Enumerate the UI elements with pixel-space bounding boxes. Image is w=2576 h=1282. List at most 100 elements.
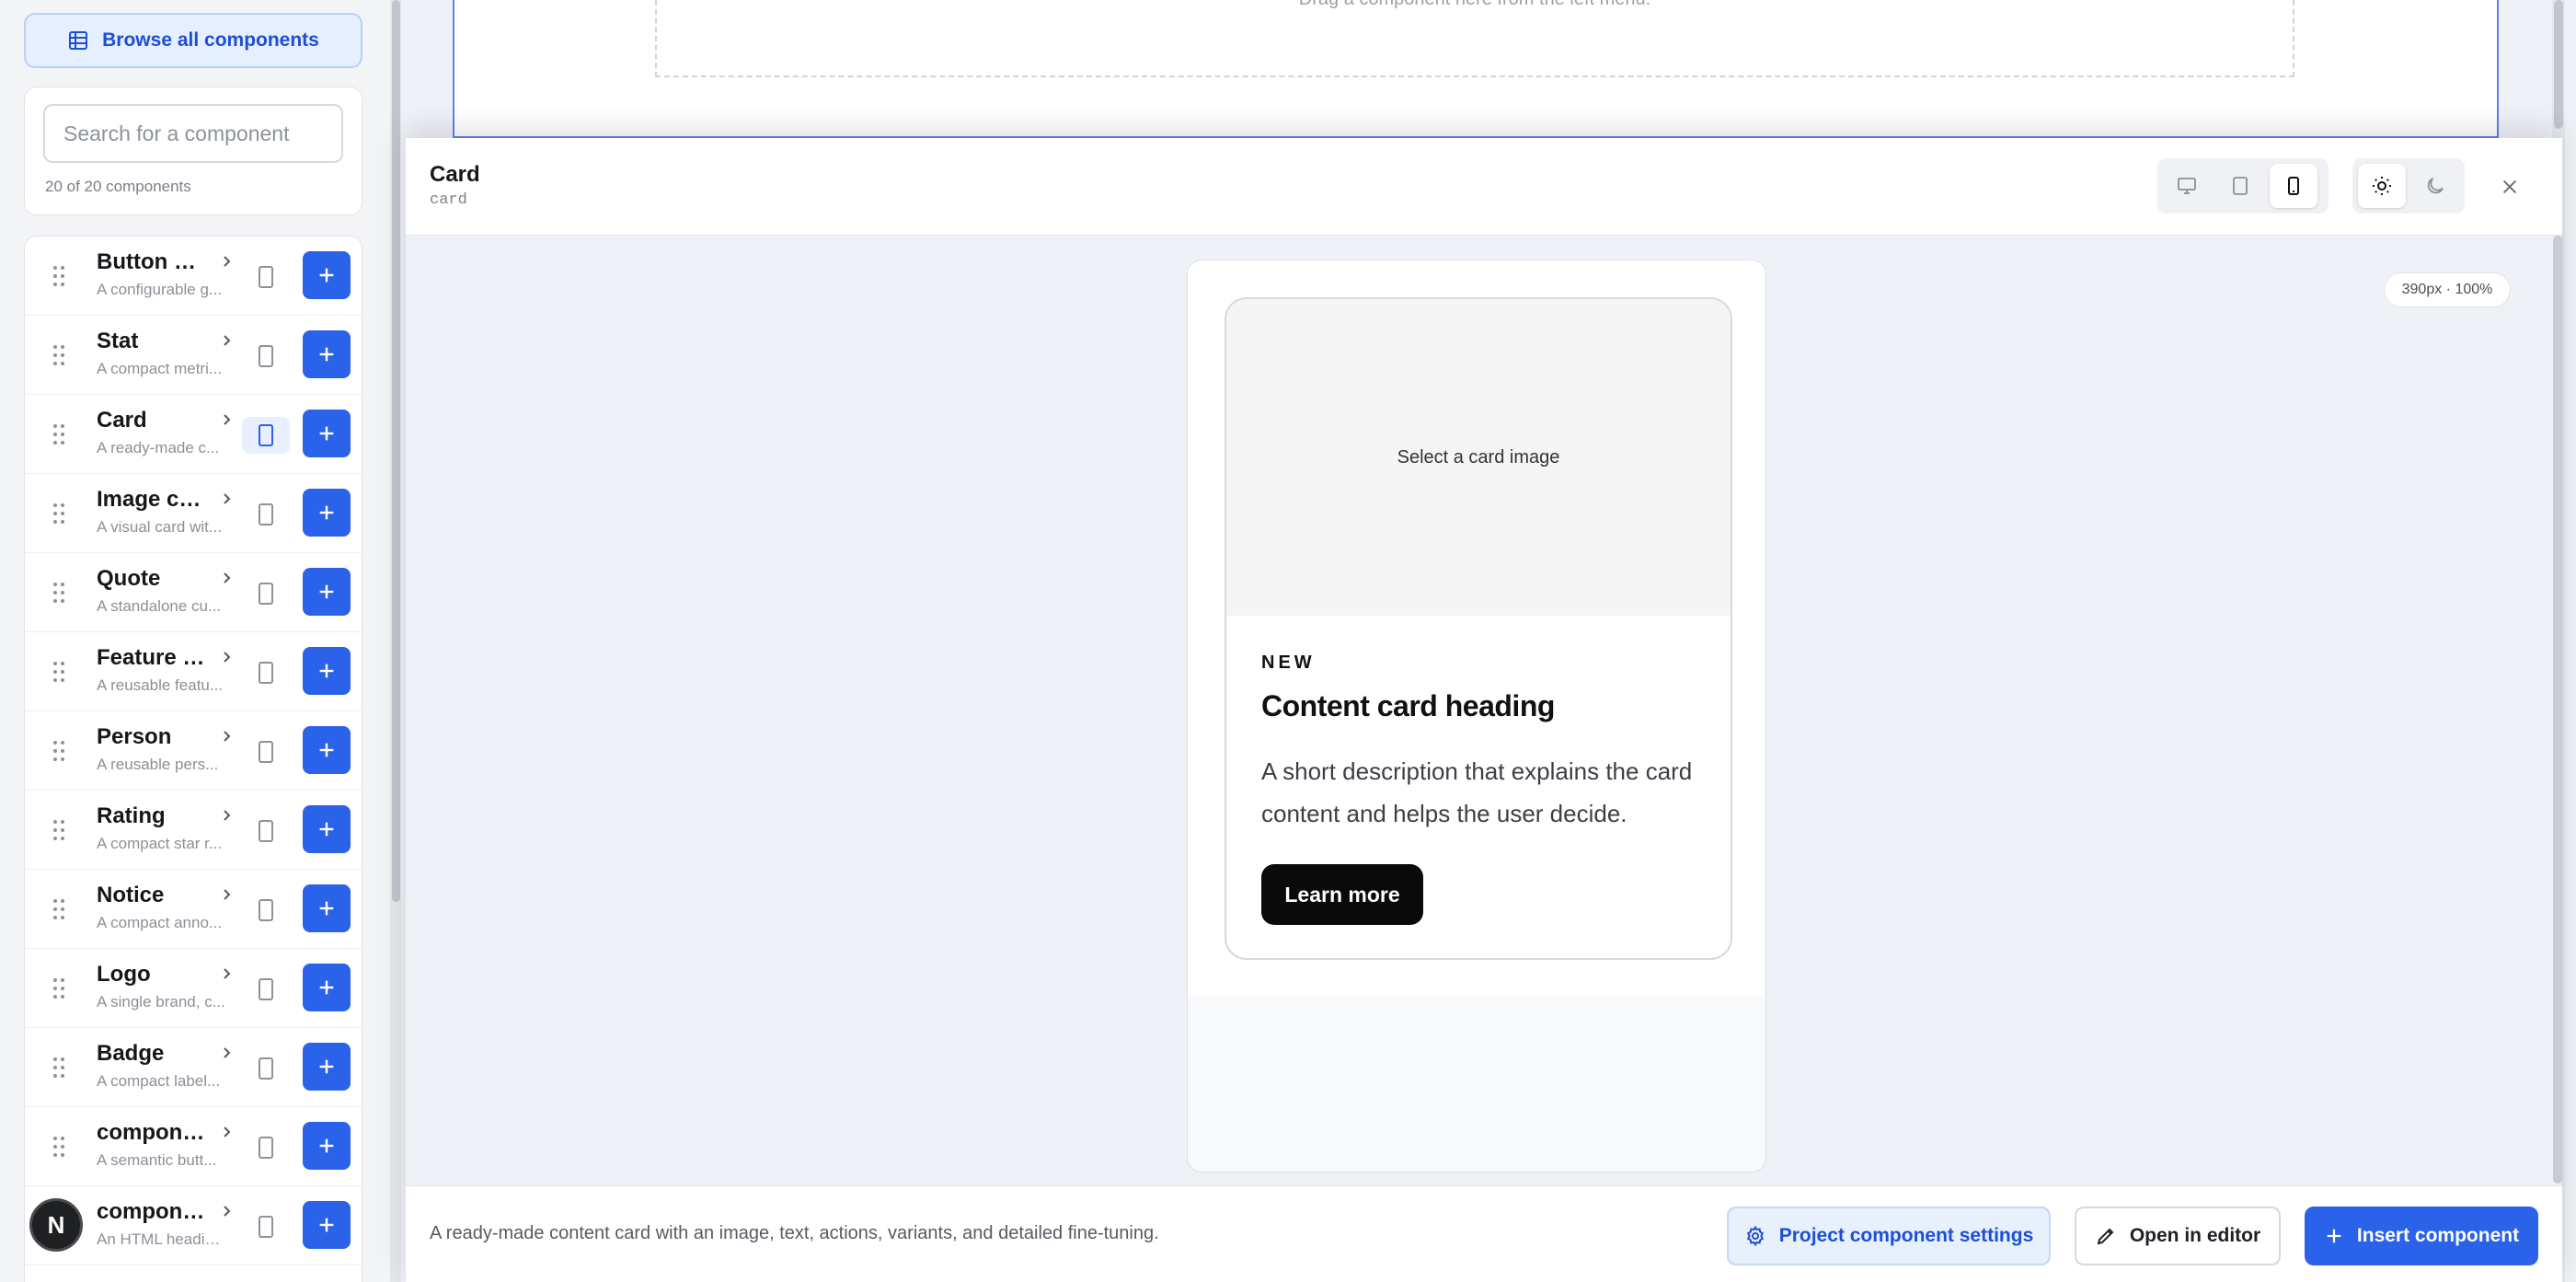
add-component-button[interactable] [303, 964, 351, 1011]
component-list-item[interactable]: Quote A standalone cu... [25, 553, 362, 632]
chevron-right-icon[interactable] [220, 730, 233, 743]
drag-handle-icon[interactable] [52, 898, 65, 920]
drag-handle-icon[interactable] [52, 740, 65, 762]
add-component-button[interactable] [303, 251, 351, 299]
component-list-item[interactable]: Card A ready-made c... [25, 395, 362, 474]
drag-handle-icon[interactable] [52, 344, 65, 366]
chevron-right-icon[interactable] [220, 413, 233, 426]
page-scrollbar-thumb[interactable] [2554, 0, 2563, 129]
chevron-right-icon[interactable] [220, 651, 233, 664]
preview-component-button[interactable] [242, 1050, 290, 1087]
preview-component-button[interactable] [242, 813, 290, 849]
component-list-item[interactable]: Person A reusable pers... [25, 711, 362, 791]
drag-handle-icon[interactable] [52, 1057, 65, 1079]
phone-icon [259, 503, 273, 526]
insert-component-button[interactable]: Insert component [2305, 1207, 2538, 1265]
drag-handle-icon[interactable] [52, 423, 65, 445]
plus-icon [319, 1059, 334, 1074]
sidebar-scrollbar-thumb[interactable] [392, 0, 400, 902]
device-desktop-button[interactable] [2163, 164, 2211, 208]
add-component-button[interactable] [303, 1043, 351, 1091]
component-sidebar: Browse all components 20 of 20 component… [0, 0, 390, 1282]
card-image-placeholder[interactable]: Select a card image [1226, 299, 1731, 616]
component-description: A single brand, c... [97, 993, 225, 1011]
theme-dark-button[interactable] [2411, 164, 2459, 208]
chevron-right-icon[interactable] [220, 492, 233, 505]
close-modal-button[interactable] [2494, 171, 2525, 202]
preview-component-button[interactable] [242, 1208, 290, 1245]
chevron-right-icon[interactable] [220, 1205, 233, 1218]
chevron-right-icon[interactable] [220, 1126, 233, 1138]
drag-handle-icon[interactable] [52, 265, 65, 287]
preview-component-button[interactable] [242, 496, 290, 533]
component-list-item[interactable]: Rating A compact star r... [25, 791, 362, 870]
add-component-button[interactable] [303, 489, 351, 537]
avatar[interactable]: N [29, 1198, 83, 1252]
component-name: Notice [97, 883, 165, 907]
open-in-editor-button[interactable]: Open in editor [2075, 1207, 2281, 1265]
device-tablet-button[interactable] [2216, 164, 2264, 208]
chevron-right-icon[interactable] [220, 572, 233, 584]
drag-handle-icon[interactable] [52, 582, 65, 604]
component-list-item[interactable]: Button gr... A configurable g... [25, 237, 362, 316]
component-description: A configurable g... [97, 281, 223, 298]
add-component-button[interactable] [303, 568, 351, 616]
add-component-button[interactable] [303, 1201, 351, 1249]
card-heading: Content card heading [1261, 689, 1555, 722]
preview-component-button[interactable] [242, 417, 290, 454]
preview-component-button[interactable] [242, 654, 290, 691]
add-component-button[interactable] [303, 726, 351, 774]
modal-scrollbar-thumb[interactable] [2553, 236, 2562, 1184]
component-description: A visual card wit... [97, 518, 223, 536]
component-list-item[interactable]: Notice A compact anno... [25, 870, 362, 949]
project-component-settings-button[interactable]: Project component settings [1727, 1207, 2051, 1265]
drag-handle-icon[interactable] [52, 661, 65, 683]
add-component-button[interactable] [303, 884, 351, 932]
component-name: Badge [97, 1041, 165, 1066]
drag-handle-icon[interactable] [52, 977, 65, 999]
search-input[interactable] [43, 104, 343, 163]
preview-component-button[interactable] [242, 733, 290, 770]
drag-handle-icon[interactable] [52, 819, 65, 841]
chevron-right-icon[interactable] [220, 1046, 233, 1059]
component-description: A semantic butt... [97, 1151, 217, 1169]
preview-component-button[interactable] [242, 259, 290, 295]
add-component-button[interactable] [303, 1122, 351, 1170]
chevron-right-icon[interactable] [220, 255, 233, 268]
component-list-item[interactable]: Image card A visual card wit... [25, 474, 362, 553]
chevron-right-icon[interactable] [220, 809, 233, 822]
viewport-size-badge: 390px · 100% [2384, 272, 2511, 307]
component-name: component... [97, 1120, 205, 1145]
preview-component-button[interactable] [242, 338, 290, 375]
chevron-right-icon[interactable] [220, 888, 233, 901]
modal-component-slug: card [430, 191, 467, 209]
browse-all-components-button[interactable]: Browse all components [24, 13, 362, 68]
add-component-button[interactable] [303, 410, 351, 457]
component-name: Feature it... [97, 645, 205, 670]
add-component-button[interactable] [303, 805, 351, 853]
add-component-button[interactable] [303, 330, 351, 378]
preview-component-button[interactable] [242, 575, 290, 612]
component-list-item[interactable]: Logo A single brand, c... [25, 949, 362, 1028]
component-list-item[interactable]: Badge A compact label... [25, 1028, 362, 1107]
theme-light-button[interactable] [2358, 164, 2406, 208]
component-description: An HTML headin... [97, 1230, 225, 1248]
card-learn-more-button[interactable]: Learn more [1261, 864, 1423, 925]
plus-icon [319, 1218, 334, 1232]
drag-handle-icon[interactable] [52, 1136, 65, 1158]
chevron-right-icon[interactable] [220, 334, 233, 347]
device-phone-button[interactable] [2270, 164, 2317, 208]
preview-component-button[interactable] [242, 892, 290, 929]
component-name: Rating [97, 803, 166, 828]
preview-component-button[interactable] [242, 971, 290, 1008]
card-eyebrow: NEW [1261, 653, 1316, 673]
drop-zone[interactable]: Drag a component here from the left menu… [655, 0, 2294, 77]
chevron-right-icon[interactable] [220, 967, 233, 980]
add-component-button[interactable] [303, 647, 351, 695]
drag-handle-icon[interactable] [52, 502, 65, 525]
component-list-item[interactable]: Stat A compact metri... [25, 316, 362, 395]
component-preview-modal: Card card 390px · 100% Select a card ima… [405, 138, 2562, 1282]
preview-component-button[interactable] [242, 1129, 290, 1166]
component-list-item[interactable]: Feature it... A reusable featu... [25, 632, 362, 711]
component-list-item[interactable]: component... A semantic butt... [25, 1107, 362, 1186]
